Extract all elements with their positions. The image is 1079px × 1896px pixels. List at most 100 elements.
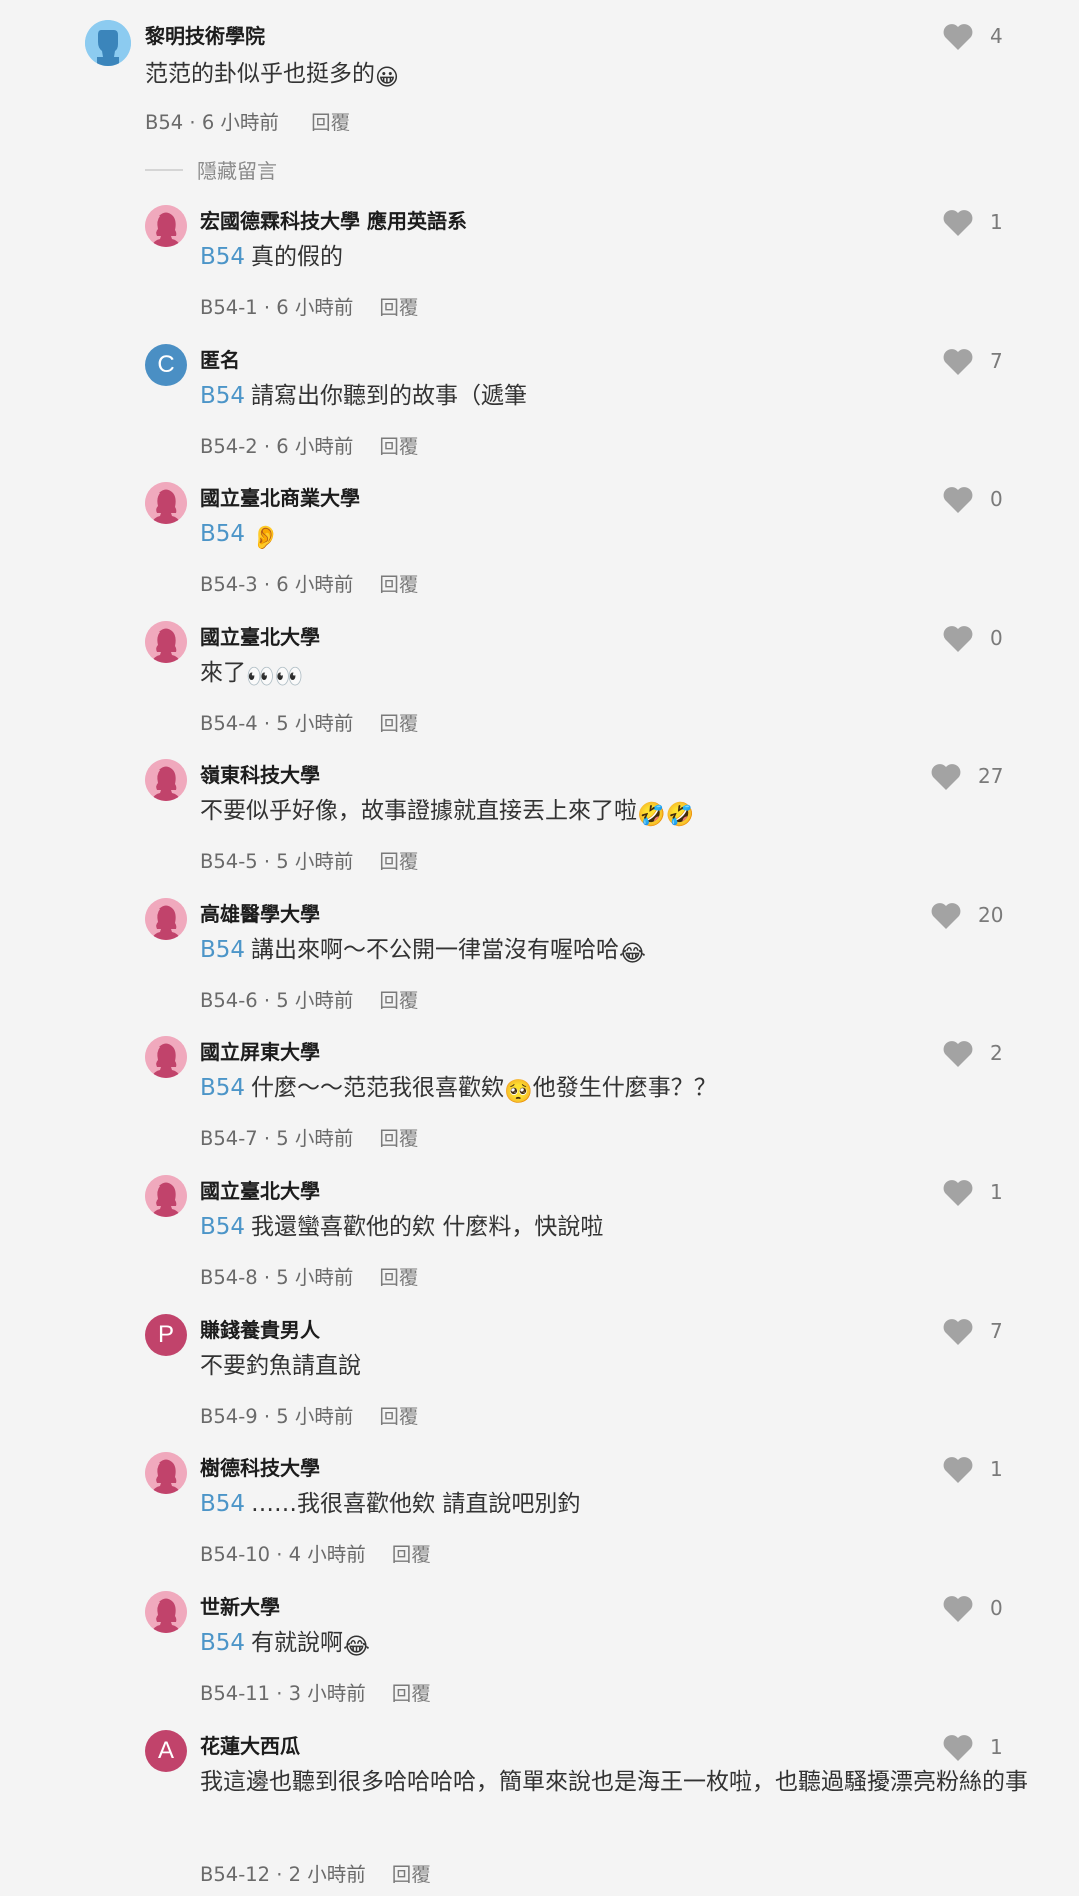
like-button[interactable]: 1 <box>942 1449 1003 1489</box>
avatar[interactable] <box>145 1452 187 1494</box>
like-button[interactable]: 0 <box>942 479 1003 519</box>
reply-button[interactable]: 回覆 <box>392 1682 431 1705</box>
reply-button[interactable]: 回覆 <box>379 573 418 596</box>
like-button[interactable]: 27 <box>930 756 1003 796</box>
timestamp: 6 小時前 <box>201 111 279 134</box>
author-name[interactable]: 嶺東科技大學 <box>200 759 320 788</box>
floor-number: B54-3 <box>200 573 258 596</box>
reply-button[interactable]: 回覆 <box>379 712 418 735</box>
reply-button[interactable]: 回覆 <box>379 1127 418 1150</box>
floor-tag-link[interactable]: B54 <box>200 937 245 963</box>
like-button[interactable]: 1 <box>942 1172 1003 1212</box>
author-name[interactable]: 樹德科技大學 <box>200 1452 320 1481</box>
avatar[interactable] <box>85 20 131 66</box>
author-name[interactable]: 匿名 <box>200 344 240 373</box>
like-count: 1 <box>990 1180 1003 1204</box>
hide-replies-button[interactable]: 隱藏留言 <box>145 155 277 184</box>
comment-meta: B54-8 · 5 小時前 回覆 <box>200 1261 418 1290</box>
meta-separator: · <box>257 296 277 319</box>
avatar[interactable]: C <box>145 344 187 386</box>
author-name[interactable]: 國立臺北大學 <box>200 1175 320 1204</box>
floor-tag-link[interactable]: B54 <box>200 383 245 409</box>
comment-text: 不要釣魚請直說 <box>200 1353 361 1379</box>
heart-icon <box>943 210 973 236</box>
avatar[interactable] <box>145 898 187 940</box>
comment-text: 我還蠻喜歡他的欸 什麼料，快說啦 <box>251 1214 604 1240</box>
floor-tag-link[interactable]: B54 <box>200 1214 245 1240</box>
author-name[interactable]: 黎明技術學院 <box>145 20 265 49</box>
author-name[interactable]: 花蓮大西瓜 <box>200 1730 300 1759</box>
author-name[interactable]: 賺錢養貴男人 <box>200 1314 320 1343</box>
avatar[interactable] <box>145 1175 187 1217</box>
reply-button[interactable]: 回覆 <box>311 111 350 134</box>
like-button[interactable]: 7 <box>942 341 1003 381</box>
floor-tag-link[interactable]: B54 <box>200 1075 245 1101</box>
comment-meta: B54-2 · 6 小時前 回覆 <box>200 430 418 459</box>
divider-line <box>145 168 183 171</box>
avatar[interactable]: A <box>145 1730 187 1772</box>
meta-separator: · <box>257 573 277 596</box>
timestamp: 5 小時前 <box>276 1266 354 1289</box>
like-count: 4 <box>990 24 1003 48</box>
floor-number: B54-10 <box>200 1543 271 1566</box>
like-button[interactable]: 0 <box>942 618 1003 658</box>
author-name[interactable]: 世新大學 <box>200 1591 280 1620</box>
author-name[interactable]: 國立臺北商業大學 <box>200 482 360 511</box>
tears-of-joy-emoji: 😂 <box>619 941 646 967</box>
timestamp: 5 小時前 <box>276 989 354 1012</box>
heart-icon <box>943 487 973 513</box>
avatar[interactable] <box>145 1591 187 1633</box>
like-button[interactable]: 1 <box>942 202 1003 242</box>
floor-tag-link[interactable]: B54 <box>200 244 245 270</box>
heart-icon <box>943 1735 973 1761</box>
female-avatar-icon <box>145 898 187 940</box>
grinning-face-emoji: 😀 <box>375 65 399 91</box>
comment-text: 請寫出你聽到的故事（遞筆 <box>251 383 528 409</box>
floor-tag-link[interactable]: B54 <box>200 521 245 547</box>
author-name[interactable]: 宏國德霖科技大學 應用英語系 <box>200 205 467 234</box>
floor-number: B54-5 <box>200 850 258 873</box>
like-button[interactable]: 0 <box>942 1588 1003 1628</box>
like-button[interactable]: 4 <box>942 16 1003 56</box>
comment-meta: B54-11 · 3 小時前 回覆 <box>200 1677 431 1706</box>
timestamp: 5 小時前 <box>276 712 354 735</box>
timestamp: 5 小時前 <box>276 1405 354 1428</box>
comment-meta: B54 · 6 小時前 回覆 <box>145 106 350 135</box>
like-button[interactable]: 20 <box>930 895 1003 935</box>
reply-button[interactable]: 回覆 <box>379 1405 418 1428</box>
avatar[interactable]: P <box>145 1314 187 1356</box>
floor-tag-link[interactable]: B54 <box>200 1630 245 1656</box>
comment-body: B54 我還蠻喜歡他的欸 什麼料，快說啦 <box>200 1206 603 1249</box>
reply-button[interactable]: 回覆 <box>392 1543 431 1566</box>
like-count: 1 <box>990 210 1003 234</box>
avatar[interactable] <box>145 1036 187 1078</box>
comment-meta: B54-1 · 6 小時前 回覆 <box>200 291 418 320</box>
reply-button[interactable]: 回覆 <box>379 989 418 1012</box>
timestamp: 5 小時前 <box>276 1127 354 1150</box>
like-button[interactable]: 2 <box>942 1033 1003 1073</box>
floor-tag-link[interactable]: B54 <box>200 1491 245 1517</box>
reply-button[interactable]: 回覆 <box>379 1266 418 1289</box>
comment-body: B54 👂 <box>200 513 280 560</box>
comment-body: B54 真的假的 <box>200 236 343 279</box>
avatar[interactable] <box>145 759 187 801</box>
avatar[interactable] <box>145 621 187 663</box>
reply-button[interactable]: 回覆 <box>379 435 418 458</box>
like-button[interactable]: 1 <box>942 1727 1003 1767</box>
avatar[interactable] <box>145 205 187 247</box>
floor-number: B54-8 <box>200 1266 258 1289</box>
comment-text: 真的假的 <box>251 244 344 270</box>
author-name[interactable]: 國立屏東大學 <box>200 1036 320 1065</box>
comment-text: 有就說啊 <box>251 1630 344 1656</box>
avatar[interactable] <box>145 482 187 524</box>
reply-button[interactable]: 回覆 <box>379 296 418 319</box>
like-count: 0 <box>990 1596 1003 1620</box>
author-name[interactable]: 國立臺北大學 <box>200 621 320 650</box>
like-count: 7 <box>990 349 1003 373</box>
like-button[interactable]: 7 <box>942 1311 1003 1351</box>
author-name[interactable]: 高雄醫學大學 <box>200 898 320 927</box>
timestamp: 5 小時前 <box>276 850 354 873</box>
reply-button[interactable]: 回覆 <box>379 850 418 873</box>
eyes-emoji: 👀👀 <box>246 664 304 690</box>
reply-button[interactable]: 回覆 <box>392 1863 431 1886</box>
